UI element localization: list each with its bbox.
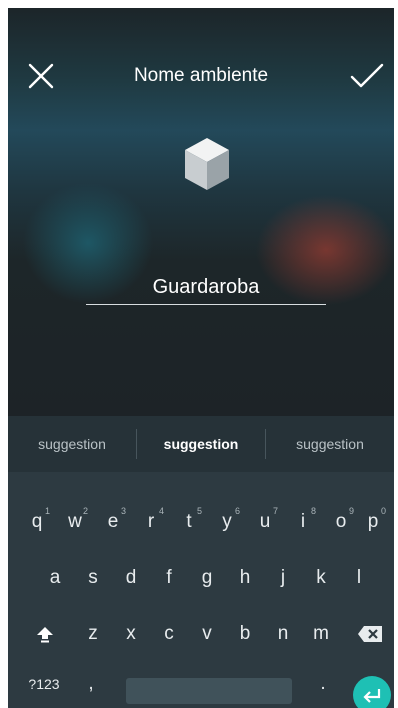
key-h[interactable]: h [226,550,264,606]
key-p[interactable]: p0 [354,494,392,550]
backspace-icon [358,626,382,642]
header-bar: Nome ambiente [8,53,394,99]
key-s[interactable]: s [74,550,112,606]
key-i[interactable]: i8 [284,494,322,550]
suggestion-left[interactable]: suggestion [8,436,136,452]
key-r[interactable]: r4 [132,494,170,550]
key-row-1: q1 w2 e3 r4 t5 y6 u7 i8 o9 p0 [8,494,394,550]
key-c[interactable]: c [150,606,188,662]
space-bar[interactable] [126,678,292,704]
key-w[interactable]: w2 [56,494,94,550]
key-l[interactable]: l [340,550,378,606]
key-row-2: a s d f g h j k l [8,550,394,606]
key-v[interactable]: v [188,606,226,662]
suggestion-right[interactable]: suggestion [266,436,394,452]
key-y[interactable]: y6 [208,494,246,550]
key-m[interactable]: m [302,606,340,662]
enter-icon [363,689,381,703]
key-t[interactable]: t5 [170,494,208,550]
comma-key[interactable]: , [72,664,110,704]
page-title: Nome ambiente [133,65,269,86]
shift-key[interactable] [26,606,64,662]
shift-icon [37,627,53,643]
key-k[interactable]: k [302,550,340,606]
key-n[interactable]: n [264,606,302,662]
period-key[interactable]: . [304,664,342,704]
check-icon [350,63,384,88]
suggestion-middle[interactable]: suggestion [137,436,265,452]
key-g[interactable]: g [188,550,226,606]
confirm-button[interactable] [344,53,390,99]
key-d[interactable]: d [112,550,150,606]
key-row-3: z x c v b n m [8,606,394,662]
key-q[interactable]: q1 [18,494,56,550]
enter-key[interactable] [353,676,391,708]
keyboard: q1 w2 e3 r4 t5 y6 u7 i8 o9 p0 a s d f g … [8,472,394,708]
key-a[interactable]: a [36,550,74,606]
key-e[interactable]: e3 [94,494,132,550]
key-f[interactable]: f [150,550,188,606]
key-b[interactable]: b [226,606,264,662]
backspace-key[interactable] [348,606,392,662]
symbols-key[interactable]: ?123 [24,664,64,704]
app-screen: Nome ambiente Guardaroba suggestion sugg… [8,8,394,708]
key-x[interactable]: x [112,606,150,662]
room-name-input[interactable]: Guardaroba [86,270,326,305]
key-z[interactable]: z [74,606,112,662]
key-u[interactable]: u7 [246,494,284,550]
key-j[interactable]: j [264,550,302,606]
cube-icon [185,138,229,190]
suggestion-bar: suggestion suggestion suggestion [8,416,394,472]
